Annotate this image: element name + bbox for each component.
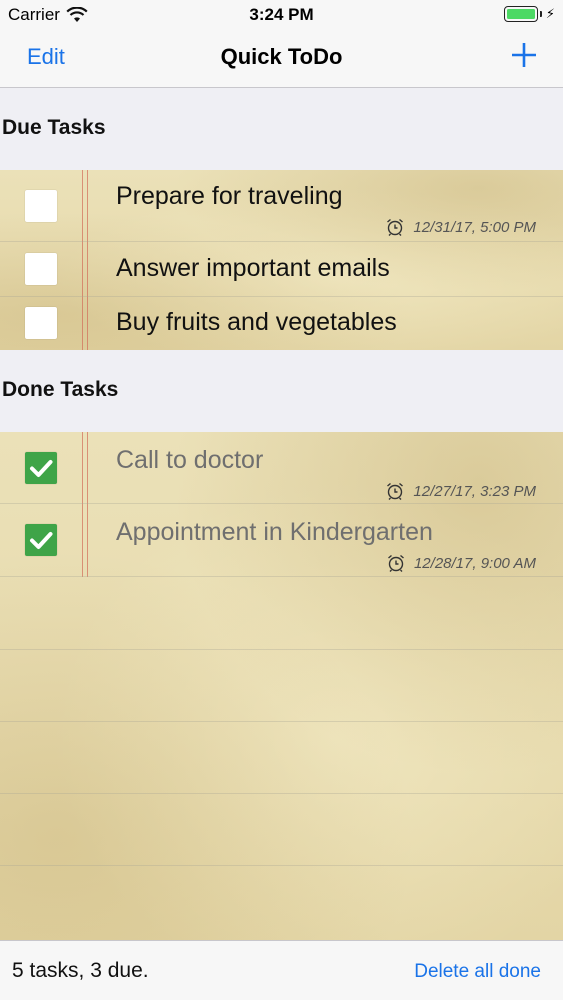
due-tasks-list: Prepare for traveling 12/31/17, 5:00 PM … bbox=[0, 170, 563, 350]
due-date-text: 12/31/17, 5:00 PM bbox=[413, 218, 536, 236]
task-checkbox[interactable] bbox=[25, 253, 57, 285]
checkmark-icon bbox=[30, 460, 53, 477]
empty-row-divider bbox=[0, 865, 563, 866]
section-title: Done Tasks bbox=[2, 378, 119, 401]
due-date-text: 12/27/17, 3:23 PM bbox=[413, 482, 536, 500]
task-summary: 5 tasks, 3 due. bbox=[12, 959, 149, 982]
battery-icon bbox=[503, 6, 538, 22]
task-title: Prepare for traveling bbox=[116, 182, 343, 210]
delete-all-done-button[interactable]: Delete all done bbox=[414, 961, 541, 983]
status-bar: Carrier 3:24 PM ⚡ bbox=[0, 0, 563, 30]
task-due-date: 12/28/17, 9:00 AM bbox=[386, 553, 536, 573]
done-tasks-list: Call to doctor 12/27/17, 3:23 PM Appoint… bbox=[0, 432, 563, 940]
battery: ⚡ bbox=[503, 6, 555, 22]
section-title: Due Tasks bbox=[2, 116, 106, 139]
section-header-done: Done Tasks bbox=[0, 350, 563, 432]
task-checkbox-checked[interactable] bbox=[25, 452, 57, 484]
task-title: Answer important emails bbox=[116, 254, 390, 282]
task-row[interactable]: Appointment in Kindergarten 12/28/17, 9:… bbox=[0, 504, 563, 577]
task-row[interactable]: Call to doctor 12/27/17, 3:23 PM bbox=[0, 432, 563, 504]
task-due-date: 12/27/17, 3:23 PM bbox=[385, 481, 536, 501]
task-checkbox[interactable] bbox=[25, 307, 57, 339]
task-row[interactable]: Buy fruits and vegetables bbox=[0, 297, 563, 350]
due-date-text: 12/28/17, 9:00 AM bbox=[413, 554, 536, 572]
task-title: Call to doctor bbox=[116, 446, 264, 474]
empty-row-divider bbox=[0, 649, 563, 650]
task-checkbox-checked[interactable] bbox=[25, 524, 57, 556]
task-title: Buy fruits and vegetables bbox=[116, 308, 397, 336]
task-due-date: 12/31/17, 5:00 PM bbox=[385, 217, 536, 237]
task-checkbox[interactable] bbox=[25, 190, 57, 222]
bottom-toolbar: 5 tasks, 3 due. Delete all done bbox=[0, 940, 563, 1000]
empty-row-divider bbox=[0, 793, 563, 794]
section-header-due: Due Tasks bbox=[0, 88, 563, 170]
task-title: Appointment in Kindergarten bbox=[116, 518, 433, 546]
navigation-bar: Edit Quick ToDo bbox=[0, 30, 563, 88]
plus-icon[interactable] bbox=[511, 42, 537, 68]
charging-bolt-icon: ⚡ bbox=[545, 6, 555, 21]
alarm-clock-icon bbox=[387, 482, 404, 500]
page-title: Quick ToDo bbox=[220, 44, 343, 69]
task-row[interactable]: Prepare for traveling 12/31/17, 5:00 PM bbox=[0, 170, 563, 242]
checkmark-icon bbox=[30, 532, 53, 549]
empty-row-divider bbox=[0, 721, 563, 722]
status-time: 3:24 PM bbox=[249, 5, 314, 24]
alarm-clock-icon bbox=[387, 218, 404, 236]
task-row[interactable]: Answer important emails bbox=[0, 242, 563, 297]
alarm-clock-icon bbox=[388, 554, 404, 572]
